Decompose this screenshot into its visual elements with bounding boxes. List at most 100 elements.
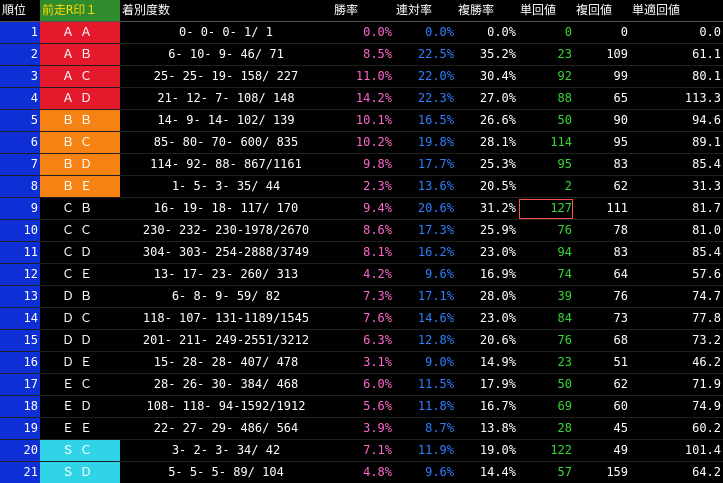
place-return-cell: 60 bbox=[574, 396, 630, 418]
rank-cell: 10 bbox=[0, 220, 40, 242]
record-cell: 14- 9- 14- 102/ 139 bbox=[120, 110, 332, 132]
win-return-cell: 114 bbox=[518, 132, 574, 154]
mark-cell: ＤＤ bbox=[40, 330, 120, 352]
table-row: 18ＥＤ108- 118- 94-1592/19125.6%11.8%16.7%… bbox=[0, 396, 723, 418]
table-row: 13ＤＢ6- 8- 9- 59/ 827.3%17.1%28.0%397674.… bbox=[0, 286, 723, 308]
place-return-cell: 68 bbox=[574, 330, 630, 352]
header-row: 順位 前走R印１ 着別度数 勝率 連対率 複勝率 単回値 複回値 単適回値 bbox=[0, 0, 723, 22]
adj-return-cell: 77.8 bbox=[630, 308, 723, 330]
header-mark: 前走R印１ bbox=[40, 0, 120, 22]
win-rate-cell: 7.1% bbox=[332, 440, 394, 462]
table-row: 10ＣＣ230- 232- 230-1978/26708.6%17.3%25.9… bbox=[0, 220, 723, 242]
table-row: 12ＣＥ13- 17- 23- 260/ 3134.2%9.6%16.9%746… bbox=[0, 264, 723, 286]
mark-cell: ＳＤ bbox=[40, 462, 120, 483]
win-return-cell: 57 bbox=[518, 462, 574, 483]
place-return-cell: 76 bbox=[574, 286, 630, 308]
place2-rate-cell: 20.6% bbox=[394, 198, 456, 220]
header-place-return: 複回値 bbox=[574, 0, 630, 22]
place2-rate-cell: 12.8% bbox=[394, 330, 456, 352]
record-cell: 6- 8- 9- 59/ 82 bbox=[120, 286, 332, 308]
win-rate-cell: 14.2% bbox=[332, 88, 394, 110]
win-rate-cell: 8.1% bbox=[332, 242, 394, 264]
place3-rate-cell: 25.9% bbox=[456, 220, 518, 242]
place2-rate-cell: 17.1% bbox=[394, 286, 456, 308]
place3-rate-cell: 14.9% bbox=[456, 352, 518, 374]
win-rate-cell: 3.1% bbox=[332, 352, 394, 374]
header-place3-rate: 複勝率 bbox=[456, 0, 518, 22]
place-return-cell: 83 bbox=[574, 154, 630, 176]
place3-rate-cell: 23.0% bbox=[456, 242, 518, 264]
win-rate-cell: 7.3% bbox=[332, 286, 394, 308]
record-cell: 108- 118- 94-1592/1912 bbox=[120, 396, 332, 418]
place2-rate-cell: 22.3% bbox=[394, 88, 456, 110]
place2-rate-cell: 11.9% bbox=[394, 440, 456, 462]
header-win-rate: 勝率 bbox=[332, 0, 394, 22]
place-return-cell: 159 bbox=[574, 462, 630, 483]
win-return-cell: 92 bbox=[518, 66, 574, 88]
adj-return-cell: 74.7 bbox=[630, 286, 723, 308]
place-return-cell: 45 bbox=[574, 418, 630, 440]
win-rate-cell: 0.0% bbox=[332, 22, 394, 44]
win-rate-cell: 8.6% bbox=[332, 220, 394, 242]
mark-cell: ＤＣ bbox=[40, 308, 120, 330]
table-row: 4ＡＤ21- 12- 7- 108/ 14814.2%22.3%27.0%886… bbox=[0, 88, 723, 110]
win-rate-cell: 8.5% bbox=[332, 44, 394, 66]
win-rate-cell: 4.8% bbox=[332, 462, 394, 483]
rank-cell: 4 bbox=[0, 88, 40, 110]
header-rank: 順位 bbox=[0, 0, 40, 22]
mark-cell: ＢＥ bbox=[40, 176, 120, 198]
adj-return-cell: 85.4 bbox=[630, 242, 723, 264]
win-rate-cell: 9.8% bbox=[332, 154, 394, 176]
place2-rate-cell: 16.5% bbox=[394, 110, 456, 132]
win-rate-cell: 4.2% bbox=[332, 264, 394, 286]
win-rate-cell: 10.1% bbox=[332, 110, 394, 132]
mark-cell: ＢＤ bbox=[40, 154, 120, 176]
adj-return-cell: 101.4 bbox=[630, 440, 723, 462]
place3-rate-cell: 26.6% bbox=[456, 110, 518, 132]
win-return-cell: 76 bbox=[518, 330, 574, 352]
place3-rate-cell: 25.3% bbox=[456, 154, 518, 176]
win-return-cell: 88 bbox=[518, 88, 574, 110]
win-rate-cell: 7.6% bbox=[332, 308, 394, 330]
adj-return-cell: 31.3 bbox=[630, 176, 723, 198]
rank-cell: 6 bbox=[0, 132, 40, 154]
mark-cell: ＣＥ bbox=[40, 264, 120, 286]
adj-return-cell: 74.9 bbox=[630, 396, 723, 418]
place3-rate-cell: 20.6% bbox=[456, 330, 518, 352]
adj-return-cell: 71.9 bbox=[630, 374, 723, 396]
place3-rate-cell: 19.0% bbox=[456, 440, 518, 462]
table-row: 8ＢＥ1- 5- 3- 35/ 442.3%13.6%20.5%26231.3 bbox=[0, 176, 723, 198]
table-row: 14ＤＣ118- 107- 131-1189/15457.6%14.6%23.0… bbox=[0, 308, 723, 330]
rank-cell: 17 bbox=[0, 374, 40, 396]
place-return-cell: 83 bbox=[574, 242, 630, 264]
place2-rate-cell: 22.0% bbox=[394, 66, 456, 88]
place3-rate-cell: 31.2% bbox=[456, 198, 518, 220]
adj-return-cell: 61.1 bbox=[630, 44, 723, 66]
place-return-cell: 111 bbox=[574, 198, 630, 220]
adj-return-cell: 73.2 bbox=[630, 330, 723, 352]
mark-cell: ＣＣ bbox=[40, 220, 120, 242]
rank-cell: 5 bbox=[0, 110, 40, 132]
win-rate-cell: 9.4% bbox=[332, 198, 394, 220]
win-return-cell: 74 bbox=[518, 264, 574, 286]
rank-cell: 12 bbox=[0, 264, 40, 286]
win-return-cell: 0 bbox=[518, 22, 574, 44]
rank-cell: 3 bbox=[0, 66, 40, 88]
adj-return-cell: 81.0 bbox=[630, 220, 723, 242]
table-row: 17ＥＣ28- 26- 30- 384/ 4686.0%11.5%17.9%50… bbox=[0, 374, 723, 396]
place3-rate-cell: 17.9% bbox=[456, 374, 518, 396]
record-cell: 304- 303- 254-2888/3749 bbox=[120, 242, 332, 264]
place2-rate-cell: 11.5% bbox=[394, 374, 456, 396]
place2-rate-cell: 0.0% bbox=[394, 22, 456, 44]
table-row: 5ＢＢ14- 9- 14- 102/ 13910.1%16.5%26.6%509… bbox=[0, 110, 723, 132]
record-cell: 85- 80- 70- 600/ 835 bbox=[120, 132, 332, 154]
place3-rate-cell: 0.0% bbox=[456, 22, 518, 44]
table-row: 11ＣＤ304- 303- 254-2888/37498.1%16.2%23.0… bbox=[0, 242, 723, 264]
adj-return-cell: 0.0 bbox=[630, 22, 723, 44]
rank-cell: 21 bbox=[0, 462, 40, 483]
record-cell: 201- 211- 249-2551/3212 bbox=[120, 330, 332, 352]
place2-rate-cell: 11.8% bbox=[394, 396, 456, 418]
place-return-cell: 51 bbox=[574, 352, 630, 374]
place2-rate-cell: 14.6% bbox=[394, 308, 456, 330]
adj-return-cell: 113.3 bbox=[630, 88, 723, 110]
